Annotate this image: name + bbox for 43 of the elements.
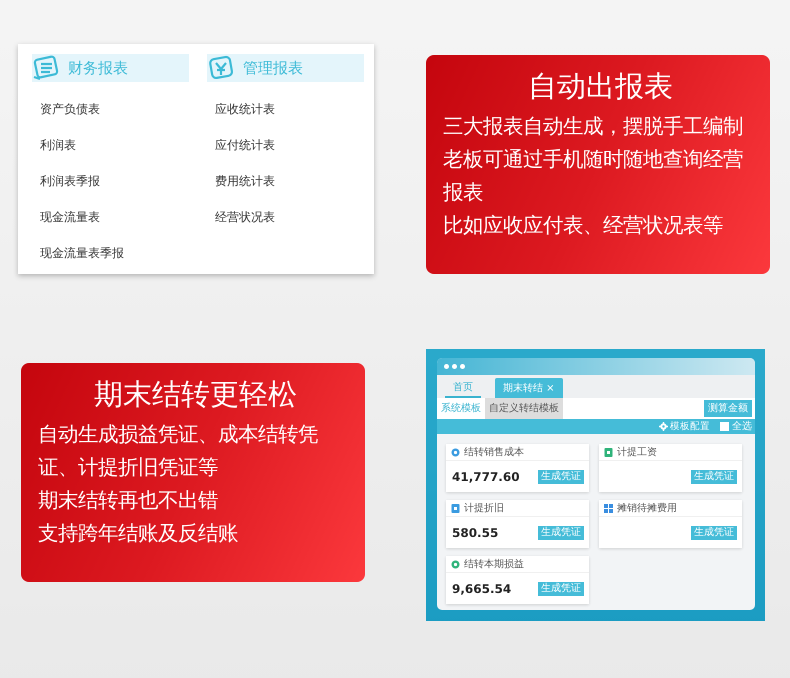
generate-voucher-button[interactable]: 生成凭证 [538,526,584,540]
amount: 41,777.60 [452,468,520,486]
settings-icon [659,422,668,431]
generate-voucher-button[interactable]: 生成凭证 [691,526,737,540]
report-link[interactable]: 应收统计表 [207,91,364,127]
currency-tag-icon [207,55,235,81]
report-link[interactable]: 资产负债表 [32,91,189,127]
feature-text: 三大报表自动生成，摆脱手工编制 [443,112,744,140]
window-dot [444,364,449,369]
amount: 580.55 [452,524,498,542]
sub-tab[interactable]: 自定义转结模板 [485,398,563,419]
feature-text: 老板可通过手机随时随地查询经营报表 [443,146,744,206]
report-link[interactable]: 利润表 [32,127,189,163]
feature-text: 期末结转再也不出错 [38,486,219,514]
report-link[interactable]: 利润表季报 [32,163,189,199]
report-link[interactable]: 费用统计表 [207,163,364,199]
feature-text: 比如应收应付表、经营状况表等 [443,212,724,239]
window-dot [460,364,465,369]
card-title: 摊销待摊费用 [617,502,677,516]
feature-title: 期末结转更轻松 [93,377,298,412]
tab[interactable]: 期末转结 × [495,378,563,398]
panel-heading: 管理报表 [243,58,303,79]
generate-voucher-button[interactable]: 生成凭证 [538,470,584,484]
feature-text: 自动生成损益凭证、成本结转凭证、计提折旧凭证等 [38,420,319,481]
amount: 9,665.54 [452,580,512,598]
select-all-checkbox[interactable]: 全选 [720,422,752,432]
report-link[interactable]: 应付统计表 [207,127,364,163]
report-link[interactable]: 经营状况表 [207,199,364,235]
card-title: 计提折旧 [464,502,504,516]
feature-text: 支持跨年结账及反结账 [38,520,239,547]
document-list-icon [32,55,60,81]
card-title: 结转本期损益 [464,558,524,572]
feature-title: 自动出报表 [527,69,674,104]
generate-voucher-button[interactable]: 生成凭证 [538,582,584,596]
panel-heading: 财务报表 [68,58,128,79]
generate-voucher-button[interactable]: 生成凭证 [691,470,737,484]
report-link[interactable]: 现金流量表季报 [32,235,189,271]
card-title: 结转销售成本 [464,446,524,460]
card-title: 计提工资 [617,446,657,460]
calculate-button[interactable]: 测算金额 [704,400,752,417]
config-button[interactable]: 模板配置 [659,422,710,432]
window-dot [452,364,457,369]
report-link[interactable]: 现金流量表 [32,199,189,235]
